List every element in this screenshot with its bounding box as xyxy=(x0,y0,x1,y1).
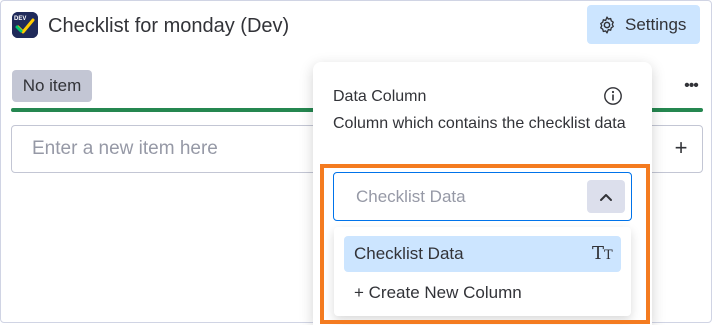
select-toggle-button[interactable] xyxy=(587,180,625,213)
app-title: Checklist for monday (Dev) xyxy=(48,15,290,37)
app-logo-icon: DEV xyxy=(12,12,38,38)
option-create-new-column[interactable]: + Create New Column xyxy=(344,276,621,310)
text-type-icon: TT xyxy=(592,243,613,264)
logo-badge-text: DEV xyxy=(14,16,26,22)
data-column-description: Column which contains the checklist data xyxy=(333,115,626,132)
select-placeholder: Checklist Data xyxy=(356,187,466,206)
option-label: Checklist Data xyxy=(354,244,464,263)
add-item-button[interactable]: + xyxy=(668,135,694,161)
settings-button[interactable]: Settings xyxy=(587,5,700,44)
gear-icon xyxy=(600,15,614,34)
column-dropdown-menu: Checklist Data TT + Create New Column xyxy=(334,227,631,316)
option-checklist-data[interactable]: Checklist Data TT xyxy=(344,236,621,272)
more-options-icon[interactable]: ••• xyxy=(680,78,702,94)
status-chip: No item xyxy=(12,70,92,102)
data-column-select[interactable]: Checklist Data xyxy=(333,172,632,221)
data-column-label: Data Column xyxy=(333,88,427,105)
chevron-up-icon xyxy=(600,193,612,201)
settings-button-label: Settings xyxy=(625,14,687,34)
info-icon[interactable] xyxy=(603,86,623,106)
option-label: + Create New Column xyxy=(354,283,522,302)
